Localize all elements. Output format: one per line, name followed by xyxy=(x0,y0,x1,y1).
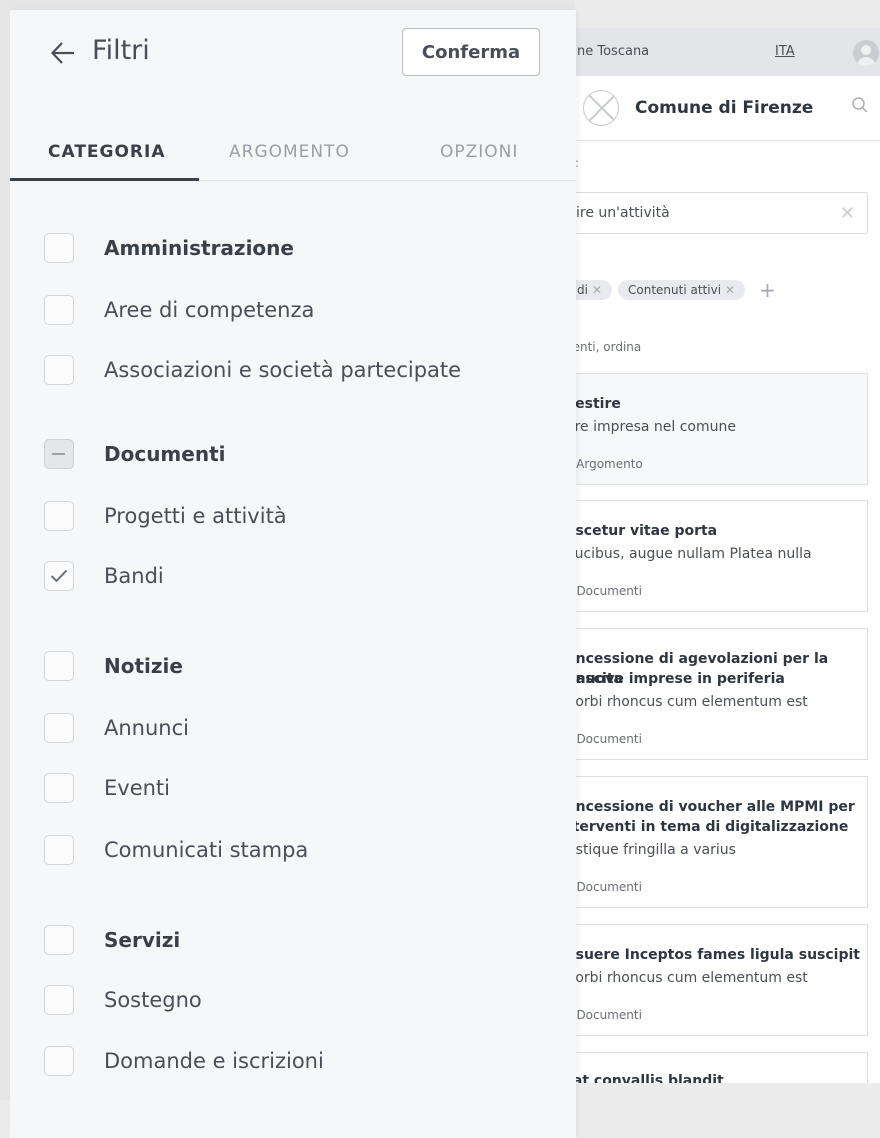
clear-icon[interactable]: ✕ xyxy=(840,203,855,224)
checkbox-checked[interactable] xyxy=(44,561,74,591)
close-icon[interactable]: ✕ xyxy=(725,283,735,297)
filter-chip[interactable]: Contenuti attivi ✕ xyxy=(618,280,746,300)
result-card[interactable]: rat convallis blandit xyxy=(575,1052,868,1083)
category-progetti-e-attivita[interactable]: Progetti e attività xyxy=(44,498,287,534)
search-icon[interactable] xyxy=(851,96,869,114)
checkbox[interactable] xyxy=(44,355,74,385)
panel-title: Filtri xyxy=(92,35,150,66)
chip-label: di xyxy=(577,283,588,297)
result-card[interactable]: osuere Inceptos fames ligula suscipit Ao… xyxy=(575,924,868,1036)
result-card[interactable]: vestire are impresa nel comune ◗ Argomen… xyxy=(575,373,868,485)
card-title: osuere Inceptos fames ligula suscipit xyxy=(575,947,860,963)
category-annunci[interactable]: Annunci xyxy=(44,710,189,746)
result-card[interactable]: ascetur vitae porta aucibus, augue nulla… xyxy=(575,500,868,612)
tab-opzioni[interactable]: OPZIONI xyxy=(440,142,518,162)
category-notizie[interactable]: Notizie xyxy=(44,648,183,684)
card-description: are impresa nel comune xyxy=(575,419,736,435)
checkbox[interactable] xyxy=(44,713,74,743)
card-description: aucibus, augue nullam Platea nulla xyxy=(575,546,812,562)
result-card[interactable]: oncessione di voucher alle MPMI per tter… xyxy=(575,776,868,908)
category-associazioni[interactable]: Associazioni e società partecipate xyxy=(44,352,461,388)
card-category: ▯ Documenti xyxy=(576,880,642,894)
filter-panel: Filtri Conferma CATEGORIA ARGOMENTO OPZI… xyxy=(10,10,576,1138)
filter-tabs: CATEGORIA ARGOMENTO OPZIONI xyxy=(10,134,576,181)
card-category: ▯ Documenti xyxy=(576,1008,642,1022)
confirm-button[interactable]: Conferma xyxy=(402,28,540,76)
category-sostegno[interactable]: Sostegno xyxy=(44,982,202,1018)
checkbox[interactable] xyxy=(44,295,74,325)
category-label: Notizie xyxy=(104,654,183,678)
category-label: Amministrazione xyxy=(104,236,294,260)
filter-chip[interactable]: di ✕ xyxy=(575,280,613,300)
card-category: ▯ Documenti xyxy=(576,732,642,746)
category-amministrazione[interactable]: Amministrazione xyxy=(44,230,294,266)
site-logo-icon xyxy=(583,90,619,126)
category-label: Associazioni e società partecipate xyxy=(104,358,462,382)
search-input[interactable]: ire un'attività ✕ xyxy=(575,192,868,234)
checkbox[interactable] xyxy=(44,773,74,803)
checkbox[interactable] xyxy=(44,651,74,681)
active-filter-chips: di ✕ Contenuti attivi ✕ + xyxy=(575,278,776,302)
checkbox[interactable] xyxy=(44,985,74,1015)
checkbox-indeterminate[interactable] xyxy=(44,439,74,469)
chip-label: Contenuti attivi xyxy=(628,283,722,297)
category-aree-di-competenza[interactable]: Aree di competenza xyxy=(44,292,314,328)
active-tab-indicator xyxy=(10,178,199,181)
checkbox[interactable] xyxy=(44,501,74,531)
language-selector[interactable]: ITA xyxy=(775,44,795,59)
category-label: Aree di competenza xyxy=(104,298,315,322)
category-label: Bandi xyxy=(104,564,164,588)
category-label: Documenti xyxy=(104,442,226,466)
category-label: Domande e iscrizioni xyxy=(104,1049,324,1073)
card-description: ristique fringilla a varius xyxy=(575,842,736,858)
category-label: Sostegno xyxy=(104,988,202,1012)
card-title: oncessione di voucher alle MPMI per xyxy=(575,799,855,815)
card-title-line2: tterventi in tema di digitalizzazione xyxy=(575,819,849,835)
checkbox[interactable] xyxy=(44,1046,74,1076)
top-bar: ne Toscana ITA xyxy=(575,28,880,76)
category-eventi[interactable]: Eventi xyxy=(44,770,170,806)
user-avatar-icon[interactable] xyxy=(853,40,879,66)
checkbox[interactable] xyxy=(44,233,74,263)
site-header: Comune di Firenze xyxy=(575,76,880,141)
category-comunicati-stampa[interactable]: Comunicati stampa xyxy=(44,832,308,868)
search-value: ire un'attività xyxy=(576,205,670,221)
card-category: ◗ Argomento xyxy=(576,457,643,471)
card-category: ▯ Documenti xyxy=(576,584,642,598)
check-icon xyxy=(50,569,68,583)
card-title: vestire xyxy=(575,396,621,412)
card-description: Aorbi rhoncus cum elementum est xyxy=(575,970,808,986)
card-title: rat convallis blandit xyxy=(575,1073,724,1083)
card-description: Aorbi rhoncus cum elementum est xyxy=(575,694,808,710)
category-label: Progetti e attività xyxy=(104,504,287,528)
category-label: Annunci xyxy=(104,716,189,740)
result-card[interactable]: oncessione di agevolazioni per la nascit… xyxy=(575,628,868,760)
category-documenti[interactable]: Documenti xyxy=(44,436,226,472)
checkbox[interactable] xyxy=(44,925,74,955)
card-title: ascetur vitae porta xyxy=(575,523,718,539)
results-info: nenti, ordina xyxy=(575,340,642,354)
site-title[interactable]: Comune di Firenze xyxy=(635,98,813,118)
category-label: Eventi xyxy=(104,776,170,800)
category-label: Comunicati stampa xyxy=(104,838,309,862)
category-servizi[interactable]: Servizi xyxy=(44,922,180,958)
region-link[interactable]: ne Toscana xyxy=(577,44,649,59)
card-title-line2: i nuove imprese in periferia xyxy=(575,671,785,687)
tab-argomento[interactable]: ARGOMENTO xyxy=(229,142,350,162)
add-filter-icon[interactable]: + xyxy=(759,278,776,302)
close-icon[interactable]: ✕ xyxy=(592,283,602,297)
category-domande-e-iscrizioni[interactable]: Domande e iscrizioni xyxy=(44,1043,324,1079)
arrow-left-icon[interactable] xyxy=(50,40,76,66)
tab-categoria[interactable]: CATEGORIA xyxy=(48,142,166,162)
checkbox[interactable] xyxy=(44,835,74,865)
background-page: ne Toscana ITA Comune di Firenze : ire u… xyxy=(575,28,880,1083)
category-bandi[interactable]: Bandi xyxy=(44,558,164,594)
category-label: Servizi xyxy=(104,928,181,952)
